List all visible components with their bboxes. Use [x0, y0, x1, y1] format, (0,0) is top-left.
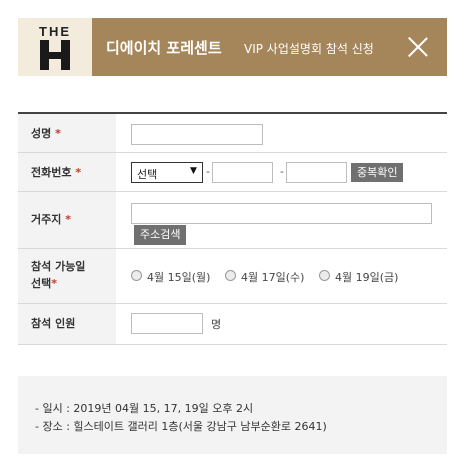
- phone-last-input[interactable]: [286, 162, 347, 183]
- dropdown-arrow-icon: ▼: [190, 166, 197, 176]
- required-mark: *: [51, 277, 58, 290]
- name-label: 성명: [31, 127, 52, 140]
- phone-middle-input[interactable]: [212, 162, 273, 183]
- application-form: 성명 * 전화번호 * 선택 ▼ - - 중복확인 거주지 * 주소검색 참석 …: [18, 112, 447, 345]
- phone-row: 전화번호 * 선택 ▼ - - 중복확인: [18, 153, 447, 192]
- phone-label: 전화번호: [31, 166, 72, 179]
- logo-text-the: THE: [39, 24, 71, 39]
- address-label: 거주지: [31, 213, 62, 226]
- duplicate-check-button[interactable]: 중복확인: [351, 163, 404, 182]
- address-row: 거주지 * 주소검색: [18, 192, 447, 249]
- date-radio-apr15[interactable]: [131, 270, 142, 281]
- brand-logo: THE: [18, 18, 92, 76]
- date-option-label: 4월 19일(금): [335, 271, 399, 284]
- phone-prefix-select[interactable]: 선택 ▼: [131, 162, 203, 183]
- attendees-input[interactable]: [131, 313, 203, 334]
- required-mark: *: [75, 166, 82, 179]
- close-icon[interactable]: [408, 37, 428, 57]
- page-title: 디에이치 포레센트: [106, 39, 222, 57]
- logo-h-mark: [40, 40, 70, 70]
- date-label-line2: 선택: [31, 277, 52, 290]
- date-radio-apr17[interactable]: [225, 270, 236, 281]
- phone-prefix-value: 선택: [137, 168, 158, 181]
- page-subtitle: VIP 사업설명회 참석 신청: [244, 42, 374, 56]
- date-label-line1: 참석 가능일: [31, 260, 86, 273]
- phone-separator: -: [280, 165, 284, 178]
- header-banner: THE 디에이치 포레센트 VIP 사업설명회 참석 신청: [18, 18, 447, 76]
- event-datetime: - 일시 : 2019년 04월 15, 17, 19일 오후 2시: [35, 402, 254, 415]
- date-option-label: 4월 17일(수): [241, 271, 305, 284]
- attendees-label: 참석 인원: [31, 317, 76, 330]
- date-radio-apr19[interactable]: [319, 270, 330, 281]
- attendees-unit: 명: [211, 318, 222, 331]
- required-mark: *: [55, 127, 61, 140]
- event-info-box: - 일시 : 2019년 04월 15, 17, 19일 오후 2시 - 장소 …: [18, 376, 447, 454]
- address-input[interactable]: [131, 203, 432, 224]
- name-input[interactable]: [131, 124, 263, 145]
- name-row: 성명 *: [18, 114, 447, 153]
- phone-separator: -: [206, 165, 210, 178]
- attendees-row: 참석 인원 명: [18, 304, 447, 345]
- address-search-button[interactable]: 주소검색: [134, 225, 187, 245]
- event-location: - 장소 : 힐스테이트 갤러리 1층(서울 강남구 남부순환로 2641): [35, 420, 327, 433]
- date-row: 참석 가능일 선택* 4월 15일(월) 4월 17일(수) 4월 19일(금): [18, 249, 447, 304]
- date-option-label: 4월 15일(월): [147, 271, 211, 284]
- required-mark: *: [65, 213, 71, 226]
